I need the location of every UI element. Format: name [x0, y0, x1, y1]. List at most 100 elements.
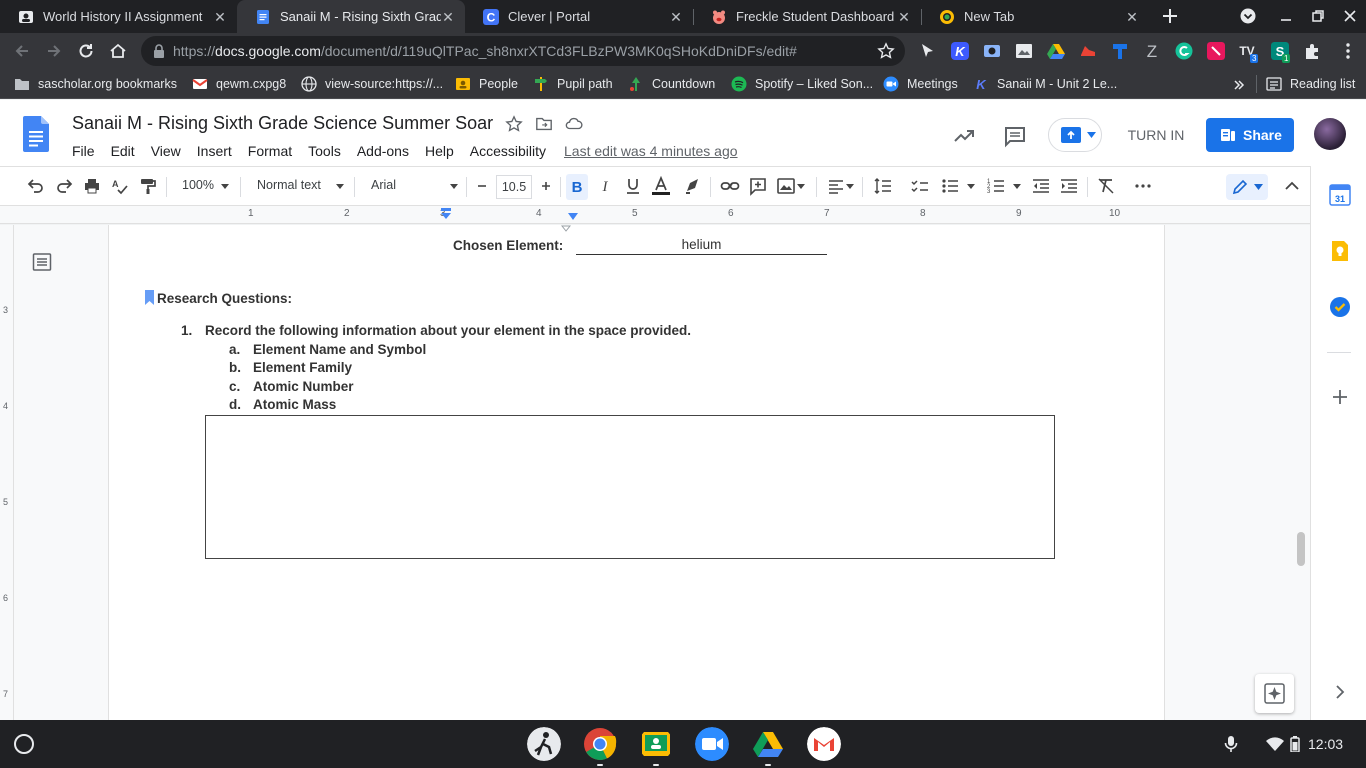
- stick-figure-app-icon[interactable]: [527, 727, 561, 761]
- bookmark-spotify[interactable]: Spotify – Liked Son...: [731, 75, 873, 93]
- close-icon[interactable]: ✕: [1125, 10, 1139, 24]
- bookmark-star-icon[interactable]: [877, 42, 895, 60]
- google-docs-logo-icon[interactable]: [23, 116, 49, 152]
- explore-button[interactable]: [1255, 674, 1294, 713]
- vertical-ruler[interactable]: 3 4 5 6 7: [0, 225, 14, 720]
- home-icon[interactable]: [108, 41, 128, 61]
- grammarly-extension-icon[interactable]: [1175, 42, 1193, 60]
- text-color-icon[interactable]: [651, 176, 671, 196]
- close-icon[interactable]: ✕: [897, 10, 911, 24]
- menu-tools[interactable]: Tools: [300, 141, 349, 161]
- font-size-input[interactable]: 10.5: [496, 175, 532, 199]
- menu-addons[interactable]: Add-ons: [349, 141, 417, 161]
- menu-file[interactable]: File: [64, 141, 103, 161]
- close-icon[interactable]: ✕: [213, 10, 227, 24]
- google-drive-extension-icon[interactable]: [1047, 42, 1065, 60]
- google-tasks-icon[interactable]: [1329, 296, 1351, 318]
- underline-icon[interactable]: [623, 176, 643, 196]
- reload-icon[interactable]: [76, 41, 96, 61]
- tools-extension-icon[interactable]: [1111, 42, 1129, 60]
- menu-view[interactable]: View: [143, 141, 189, 161]
- close-window-icon[interactable]: [1342, 8, 1358, 24]
- tab-freckle[interactable]: Freckle Student Dashboard ✕: [693, 0, 921, 33]
- bold-button[interactable]: B: [566, 174, 588, 200]
- increase-indent-icon[interactable]: [1059, 176, 1079, 196]
- microphone-icon[interactable]: [1222, 735, 1240, 753]
- highlight-color-icon[interactable]: [682, 176, 702, 196]
- zoom-select[interactable]: 100%: [182, 178, 214, 192]
- chevron-up-icon[interactable]: [1282, 176, 1302, 196]
- bookmark-meetings[interactable]: Meetings: [883, 75, 958, 93]
- google-classroom-app-icon[interactable]: [639, 727, 673, 761]
- reading-list-button[interactable]: Reading list: [1266, 75, 1355, 93]
- bookmark-people[interactable]: People: [455, 75, 518, 93]
- more-menu-icon[interactable]: [1339, 42, 1357, 60]
- tab-clever-portal[interactable]: C Clever | Portal ✕: [465, 0, 693, 33]
- close-icon[interactable]: ✕: [669, 10, 683, 24]
- chevron-right-icon[interactable]: [1329, 681, 1351, 703]
- chrome-app-icon[interactable]: [583, 727, 617, 761]
- restore-icon[interactable]: [1310, 8, 1326, 24]
- scrollbar-thumb[interactable]: [1297, 532, 1305, 566]
- decrease-indent-icon[interactable]: [1031, 176, 1051, 196]
- gmail-app-icon[interactable]: [807, 727, 841, 761]
- activity-trend-icon[interactable]: [952, 124, 976, 148]
- system-tray[interactable]: 12:03: [1222, 720, 1343, 768]
- close-icon[interactable]: ✕: [441, 10, 455, 24]
- insert-image-icon[interactable]: [776, 176, 796, 196]
- tab-stop-marker-icon[interactable]: [567, 212, 579, 222]
- puzzle-extensions-icon[interactable]: [1303, 42, 1321, 60]
- red-tag-extension-icon[interactable]: [1207, 42, 1225, 60]
- left-indent-marker-icon[interactable]: [440, 208, 452, 222]
- align-left-icon[interactable]: [826, 176, 846, 196]
- forward-arrow-icon[interactable]: [44, 41, 64, 61]
- decrease-font-size-icon[interactable]: [472, 176, 492, 196]
- increase-font-size-icon[interactable]: [536, 176, 556, 196]
- minimize-icon[interactable]: [1278, 8, 1294, 24]
- account-avatar[interactable]: [1314, 118, 1346, 150]
- horizontal-ruler[interactable]: 1 2 3 4 5 6 7 8 9 10: [0, 206, 1310, 224]
- spelling-check-icon[interactable]: A: [110, 176, 130, 196]
- chevron-double-right-icon[interactable]: [1232, 78, 1246, 92]
- tab-search-icon[interactable]: [1240, 8, 1256, 24]
- zotero-extension-icon[interactable]: Z: [1143, 42, 1161, 60]
- menu-insert[interactable]: Insert: [189, 141, 240, 161]
- tab-world-history[interactable]: World History II Assignment ✕: [0, 0, 237, 33]
- menu-edit[interactable]: Edit: [103, 141, 143, 161]
- google-drive-app-icon[interactable]: [751, 727, 785, 761]
- comment-history-icon[interactable]: [1003, 124, 1027, 148]
- redo-icon[interactable]: [54, 176, 74, 196]
- red-shoe-extension-icon[interactable]: [1079, 42, 1097, 60]
- get-addons-plus-icon[interactable]: [1329, 386, 1351, 408]
- document-page[interactable]: Chosen Element: helium Research Question…: [108, 225, 1165, 720]
- menu-help[interactable]: Help: [417, 141, 462, 161]
- bookmark-flag-icon[interactable]: [145, 290, 154, 305]
- italic-icon[interactable]: I: [595, 176, 615, 196]
- print-icon[interactable]: [82, 176, 102, 196]
- kami-extension-icon[interactable]: K: [951, 42, 969, 60]
- paint-format-icon[interactable]: [138, 176, 158, 196]
- present-button[interactable]: [1048, 118, 1102, 152]
- image-extension-icon[interactable]: [1015, 42, 1033, 60]
- bookmark-view-source[interactable]: view-source:https://...: [301, 75, 443, 93]
- google-calendar-icon[interactable]: 31: [1329, 184, 1351, 206]
- address-bar[interactable]: https://docs.google.com/document/d/119uQ…: [141, 36, 905, 66]
- font-family-select[interactable]: Arial: [371, 178, 396, 192]
- launcher-icon[interactable]: [14, 734, 34, 754]
- bookmark-gmail[interactable]: qewm.cxpg8: [192, 75, 286, 93]
- back-arrow-icon[interactable]: [12, 41, 32, 61]
- move-folder-icon[interactable]: [535, 115, 553, 133]
- cursor-extension-icon[interactable]: [918, 42, 936, 60]
- answer-table-cell[interactable]: [205, 415, 1055, 559]
- tab-science-summer-soar[interactable]: Sanaii M - Rising Sixth Grade Science Su…: [237, 0, 465, 33]
- share-button[interactable]: Share: [1206, 118, 1294, 152]
- menu-accessibility[interactable]: Accessibility: [462, 141, 554, 161]
- editing-mode-button[interactable]: [1226, 174, 1268, 200]
- numbered-list-icon[interactable]: 123: [986, 176, 1006, 196]
- bulleted-list-icon[interactable]: [940, 176, 960, 196]
- undo-icon[interactable]: [26, 176, 46, 196]
- add-comment-icon[interactable]: [748, 176, 768, 196]
- turn-in-button[interactable]: TURN IN: [1114, 118, 1198, 152]
- bookmark-countdown[interactable]: Countdown: [628, 75, 715, 93]
- document-outline-icon[interactable]: [32, 252, 52, 272]
